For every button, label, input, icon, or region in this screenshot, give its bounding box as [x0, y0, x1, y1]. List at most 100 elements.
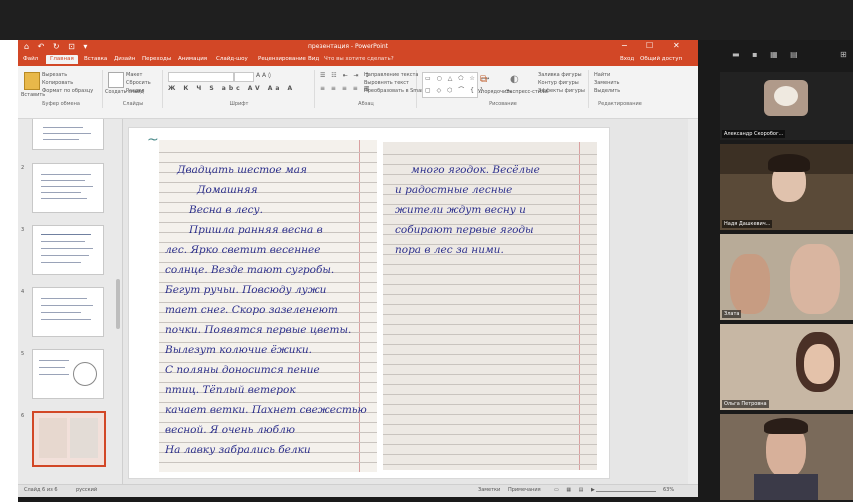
- participant-tile-4[interactable]: Ольга Петровна: [720, 324, 853, 410]
- thumbnail-scrollbar[interactable]: [116, 279, 120, 329]
- handwritten-line: Домашняя: [197, 184, 258, 196]
- share-button[interactable]: Общий доступ: [640, 56, 682, 62]
- slide-thumbnail-2[interactable]: [32, 163, 104, 213]
- slide-corner-mark: ~: [147, 132, 159, 148]
- tab-slideshow[interactable]: Слайд-шоу: [216, 56, 248, 62]
- ruled-line: [159, 462, 377, 463]
- zoom-level[interactable]: 63%: [663, 487, 674, 493]
- slide-counter: Слайд 6 из 6: [24, 487, 58, 493]
- minimize-button[interactable]: −: [621, 41, 628, 50]
- tab-home[interactable]: Главная: [46, 55, 78, 64]
- slide-thumbnail-5[interactable]: [32, 349, 104, 399]
- slide-thumbnail-1[interactable]: [32, 119, 104, 150]
- ruled-line: [383, 324, 597, 325]
- handwritten-line: жители ждут весну и: [395, 204, 526, 216]
- participant-tile-3[interactable]: Злата: [720, 234, 853, 320]
- canvas-scrollbar[interactable]: [688, 119, 698, 484]
- tab-insert[interactable]: Вставка: [84, 56, 107, 62]
- clipboard-group: Вставить Вырезать Копировать Формат по о…: [20, 70, 103, 108]
- participant-tile-1[interactable]: Александр Скоробог...: [720, 72, 853, 140]
- slides-label: Слайды: [122, 101, 144, 107]
- shapes-gallery[interactable]: ▭ ○ △ ⬠ ☆ ⟶ ▢ ◇ ⬡ ⌒ { }: [422, 72, 489, 98]
- font-group: A A ◊ Ж К Ч S abc AV Aa A Шрифт: [164, 70, 315, 108]
- slide-number: 2: [21, 165, 25, 171]
- layout-button[interactable]: Макет: [126, 72, 142, 78]
- cat-face: [774, 86, 798, 106]
- sign-in-link[interactable]: Вход: [620, 56, 634, 62]
- align-buttons[interactable]: ≡ ≡ ≡ ≡ ▥: [320, 85, 371, 92]
- select-button[interactable]: Выделить: [594, 88, 620, 94]
- ruled-line: [383, 304, 597, 305]
- shape-fill-button[interactable]: Заливка фигуры: [538, 72, 582, 78]
- handwritten-line: С поляны доносится пение: [165, 364, 320, 376]
- ruled-line: [383, 374, 597, 375]
- view-buttons[interactable]: ▭ ▦ ▤ ▶: [554, 487, 598, 493]
- zoom-slider[interactable]: [596, 491, 656, 492]
- section-button[interactable]: Раздел: [126, 88, 144, 94]
- gallery-view-icons[interactable]: ▬ ▪ ▦ ▤: [732, 50, 803, 59]
- status-bar: Слайд 6 из 6 русский Заметки Примечания …: [18, 484, 698, 497]
- copy-button[interactable]: Копировать: [42, 80, 73, 86]
- new-slide-icon[interactable]: [108, 72, 124, 88]
- tab-review[interactable]: Рецензирование: [258, 56, 306, 62]
- tab-design[interactable]: Дизайн: [114, 56, 135, 62]
- ruled-line: [383, 444, 597, 445]
- handwritten-line: качает ветки. Пахнет свежестью: [165, 404, 367, 416]
- ruled-line: [383, 274, 597, 275]
- ruled-line: [383, 434, 597, 435]
- maximize-button[interactable]: ☐: [646, 41, 653, 50]
- language-indicator[interactable]: русский: [76, 487, 97, 493]
- paste-icon[interactable]: [24, 72, 40, 90]
- notes-button[interactable]: Заметки: [478, 487, 500, 493]
- ruled-line: [159, 342, 377, 343]
- slide-thumbnail-3[interactable]: [32, 225, 104, 275]
- shape-outline-button[interactable]: Контур фигуры: [538, 80, 579, 86]
- font-format-buttons[interactable]: Ж К Ч S abc AV Aa A: [168, 85, 295, 92]
- ruled-line: [159, 222, 377, 223]
- comments-button[interactable]: Примечания: [508, 487, 541, 493]
- ribbon: Вставить Вырезать Копировать Формат по о…: [18, 66, 698, 119]
- notebook-page-left: Двадцать шестое мая Домашняя Весна в лес…: [159, 140, 377, 472]
- clipboard-label: Буфер обмена: [42, 101, 80, 107]
- tab-view[interactable]: Вид: [308, 56, 319, 62]
- notebook-page-right: много ягодок. Весёлые и радостные лесные…: [383, 142, 597, 470]
- font-label: Шрифт: [229, 101, 249, 107]
- slide-thumbnail-6-selected[interactable]: [32, 411, 106, 467]
- ruled-line: [383, 404, 597, 405]
- ruled-line: [159, 442, 377, 443]
- reset-button[interactable]: Сбросить: [126, 80, 151, 86]
- font-size-dropdown[interactable]: [234, 72, 254, 82]
- participant-tile-5[interactable]: [720, 414, 853, 500]
- tab-file[interactable]: Файл: [23, 56, 38, 62]
- margin-line: [579, 142, 580, 470]
- tab-transitions[interactable]: Переходы: [142, 56, 171, 62]
- handwritten-line: На лавку забрались белки: [165, 444, 311, 456]
- quick-access-toolbar[interactable]: ⌂ ↶ ↻ ⊡ ▾: [24, 42, 90, 51]
- current-slide[interactable]: ~ Двадцать шестое мая Домашняя Весна в л…: [128, 127, 610, 479]
- ruled-line: [383, 354, 597, 355]
- font-size-buttons[interactable]: A A ◊: [256, 72, 271, 79]
- slide-thumbnail-4[interactable]: [32, 287, 104, 337]
- replace-button[interactable]: Заменить: [594, 80, 620, 86]
- gallery-options-icon[interactable]: ⊞: [840, 50, 847, 59]
- tab-animations[interactable]: Анимация: [178, 56, 207, 62]
- ruled-line: [383, 294, 597, 295]
- ruled-line: [159, 382, 377, 383]
- participant-tile-2[interactable]: Надя Дашкевич...: [720, 144, 853, 230]
- shape-effects-button[interactable]: Эффекты фигуры: [538, 88, 585, 94]
- slide-thumbnails-panel: 2 3 4 5 6: [18, 119, 123, 484]
- format-painter-button[interactable]: Формат по образцу: [42, 88, 93, 94]
- text-direction-button[interactable]: Направление текста: [364, 72, 418, 78]
- ruled-line: [383, 344, 597, 345]
- ruled-line: [159, 162, 377, 163]
- font-name-dropdown[interactable]: [168, 72, 234, 82]
- ruled-line: [383, 264, 597, 265]
- ruled-line: [159, 192, 377, 193]
- tell-me-search[interactable]: Что вы хотите сделать?: [324, 56, 394, 62]
- quick-styles-icon[interactable]: ◐: [510, 74, 519, 85]
- find-button[interactable]: Найти: [594, 72, 610, 78]
- cut-button[interactable]: Вырезать: [42, 72, 67, 78]
- handwritten-line: Бегут ручьи. Повсюду лужи: [165, 284, 327, 296]
- arrange-icon[interactable]: ⧉: [480, 74, 487, 85]
- close-button[interactable]: ✕: [673, 41, 680, 50]
